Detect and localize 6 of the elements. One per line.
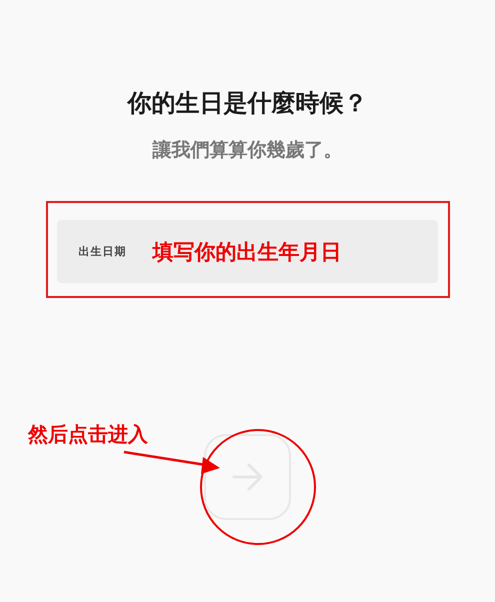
field-label: 出生日期	[78, 244, 126, 259]
annotation-text: 然后点击进入	[28, 421, 148, 448]
annotation-text: 填写你的出生年月日	[152, 238, 342, 266]
page-title: 你的生日是什麼時候？	[128, 88, 368, 119]
page-subtitle: 讓我們算算你幾歲了。	[152, 138, 342, 163]
birthdate-field[interactable]: 出生日期 填写你的出生年月日	[56, 220, 438, 283]
